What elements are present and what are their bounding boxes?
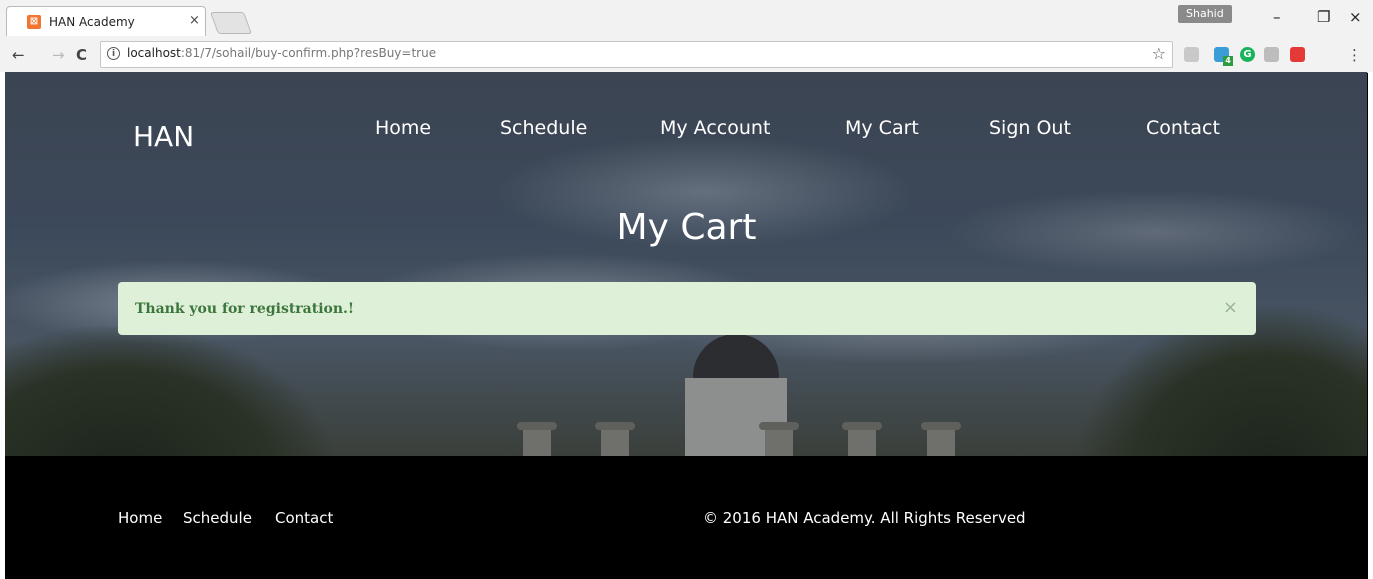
site-logo[interactable]: HAN xyxy=(133,120,194,153)
xampp-favicon-icon: ⊠ xyxy=(27,15,41,29)
tab-close-icon[interactable]: × xyxy=(189,13,200,28)
footer-link-home[interactable]: Home xyxy=(118,509,162,527)
success-alert: Thank you for registration.! × xyxy=(118,282,1256,335)
address-bar[interactable]: i localhost:81/7/sohail/buy-confirm.php?… xyxy=(100,41,1173,68)
url-host: localhost xyxy=(127,46,181,60)
minimize-button[interactable]: – xyxy=(1273,8,1281,26)
nav-my-cart[interactable]: My Cart xyxy=(845,117,919,139)
footer-link-schedule[interactable]: Schedule xyxy=(183,509,252,527)
eyedropper-icon[interactable] xyxy=(1290,47,1305,62)
page-edge-right xyxy=(1368,72,1373,579)
forward-icon[interactable]: → xyxy=(52,46,65,64)
info-icon[interactable]: i xyxy=(107,47,120,60)
column-image xyxy=(759,422,799,456)
browser-chrome: ⊠ HAN Academy × Shahid – ❐ × ← → C i loc… xyxy=(0,0,1373,73)
grammarly-icon[interactable]: G xyxy=(1240,47,1255,62)
nav-contact[interactable]: Contact xyxy=(1146,117,1220,139)
extension-c-icon[interactable]: 4 xyxy=(1214,47,1233,66)
nav-schedule[interactable]: Schedule xyxy=(500,117,587,139)
column-image xyxy=(921,422,961,456)
browser-toolbar: ← → C i localhost:81/7/sohail/buy-confir… xyxy=(0,38,1373,73)
nav-sign-out[interactable]: Sign Out xyxy=(989,117,1071,139)
browser-tab[interactable]: ⊠ HAN Academy × xyxy=(6,6,206,36)
alert-message: Thank you for registration.! xyxy=(135,301,355,317)
reload-icon[interactable]: C xyxy=(76,46,87,64)
url-path: :81/7/sohail/buy-confirm.php?resBuy=true xyxy=(180,46,437,60)
profile-badge[interactable]: Shahid xyxy=(1178,5,1232,23)
footer-link-contact[interactable]: Contact xyxy=(275,509,333,527)
restore-button[interactable]: ❐ xyxy=(1317,8,1330,26)
camera-icon[interactable] xyxy=(1264,47,1279,62)
tab-strip: ⊠ HAN Academy × Shahid – ❐ × xyxy=(0,0,1373,38)
column-image xyxy=(842,422,882,456)
copyright-text: © 2016 HAN Academy. All Rights Reserved xyxy=(703,509,1026,527)
extension-badge: 4 xyxy=(1223,56,1233,66)
close-window-button[interactable]: × xyxy=(1349,8,1362,26)
back-icon[interactable]: ← xyxy=(12,46,25,64)
page-title: My Cart xyxy=(616,207,757,248)
column-image xyxy=(517,422,557,456)
tab-title: HAN Academy xyxy=(49,15,135,29)
nav-my-account[interactable]: My Account xyxy=(660,117,770,139)
bookmark-star-icon[interactable]: ☆ xyxy=(1152,44,1166,63)
url-text: localhost:81/7/sohail/buy-confirm.php?re… xyxy=(127,46,436,60)
building-dome-image xyxy=(693,334,779,380)
alert-close-icon[interactable]: × xyxy=(1223,297,1238,318)
new-tab-button[interactable] xyxy=(209,12,253,34)
column-image xyxy=(595,422,635,456)
menu-kebab-icon[interactable]: ⋮ xyxy=(1347,46,1362,64)
nav-home[interactable]: Home xyxy=(375,117,431,139)
trees-left-image xyxy=(5,326,335,456)
drive-extension-icon[interactable] xyxy=(1184,47,1199,62)
